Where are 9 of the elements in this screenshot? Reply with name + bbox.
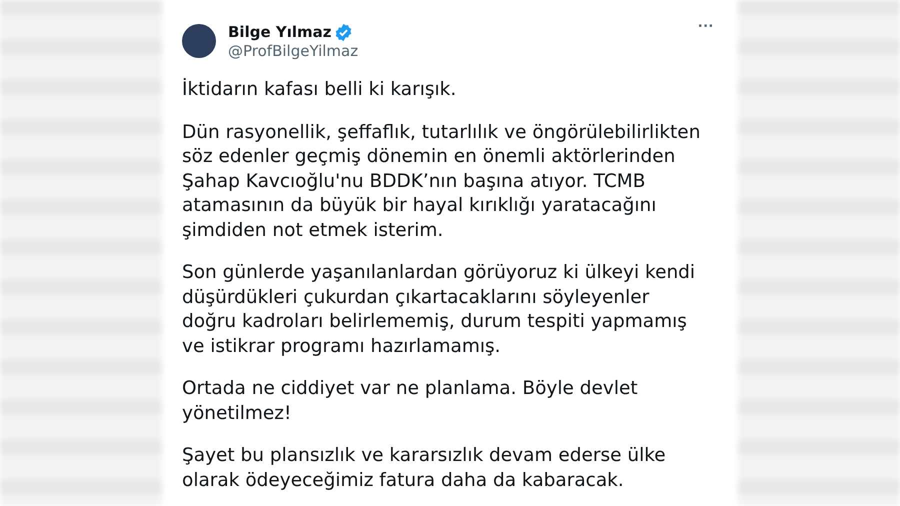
- avatar: [182, 24, 216, 58]
- tweet-paragraph: Şayet bu plansızlık ve kararsızlık devam ederse ülke olarak ödeyeceğimiz fatura daha da kabaracak.: [182, 444, 667, 492]
- author-name: Bilge Yılmaz: [228, 23, 332, 41]
- tweet-paragraph: Dün rasyonellik, şeffaflık, tutarlılık ve öngörülebilirlikten söz edenler geçmiş dönemin en önemli aktörlerinden Şahap Kavcıoğlu'nu BDDK’nın başına atıyor. TCMB atamasının da büyük bir hayal kırıklığı yaratacağını şimdiden not etmek isterim.: [182, 120, 702, 242]
- tweet-paragraph: İktidarın kafası belli ki karışık.: [182, 78, 458, 102]
- more-button[interactable]: ···: [694, 18, 718, 36]
- author-handle: @ProfBilgeYilmaz: [228, 42, 360, 60]
- tweet-paragraph: Son günlerde yaşanılanlardan görüyoruz ki ülkeyi kendi düşürdükleri çukurdan çıkartacaklarını söyleyenler doğru kadroları belirlememiş, durum tespiti yapmamış ve istikrar programı hazırlamamış.: [182, 261, 696, 358]
- tweet-paragraph: Ortada ne ciddiyet var ne planlama. Böyle devlet yönetilmez!: [182, 377, 639, 426]
